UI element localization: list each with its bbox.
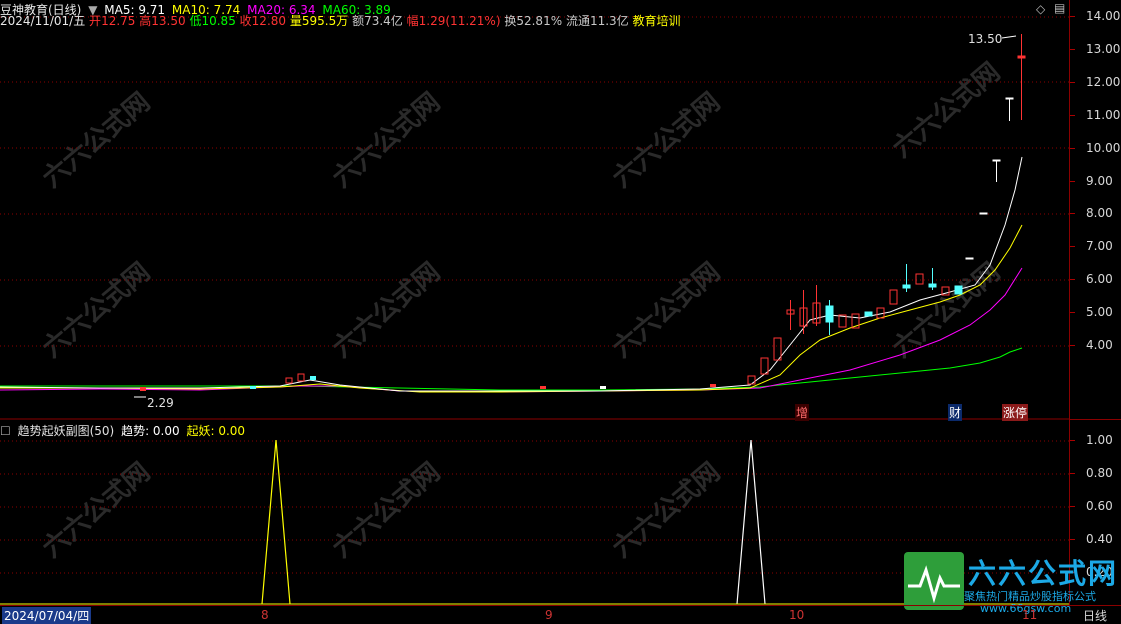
- low-label: 低: [189, 14, 202, 28]
- indicator-trend: 趋势: 0.00: [121, 424, 180, 438]
- event-tag-limit-up[interactable]: 涨停: [1002, 404, 1029, 421]
- date-tick: 9: [545, 608, 553, 622]
- menu-icon[interactable]: ▤: [1054, 1, 1065, 15]
- price-grid: [0, 16, 1069, 574]
- price-tick: 4.00: [1070, 338, 1113, 352]
- event-tag-zeng[interactable]: 增: [795, 404, 810, 421]
- quote-detail-bar: 2024/11/01/五 开12.75 高13.50 低10.85 收12.80…: [0, 13, 681, 29]
- candle: [773, 337, 782, 361]
- event-tag-cai[interactable]: 财: [948, 404, 963, 421]
- date-cursor-label: 2024/07/04/四: [2, 607, 92, 624]
- price-tick: 14.00: [1069, 9, 1121, 23]
- open-label: 开: [89, 14, 102, 28]
- low-value: 10.85: [201, 14, 236, 28]
- quote-date: 2024/11/01/五: [0, 14, 86, 28]
- price-tick: 8.00: [1070, 206, 1113, 220]
- price-tick: 7.00: [1070, 239, 1113, 253]
- diamond-icon[interactable]: ◇: [1036, 2, 1045, 16]
- high-mark-arrow: [1001, 35, 1017, 39]
- indicator-tick: 0.60: [1070, 499, 1113, 513]
- indicator-tick: 0.40: [1070, 532, 1113, 546]
- period-selector[interactable]: 日线: [1083, 607, 1107, 624]
- kline-chart[interactable]: [0, 0, 1069, 605]
- price-axis: 14.00 13.00 12.00 11.00 10.00 9.00 8.00 …: [1069, 0, 1121, 605]
- price-tick: 11.00: [1069, 108, 1121, 122]
- indicator-tick: 0.80: [1070, 466, 1113, 480]
- indicator-name[interactable]: 趋势起妖副图(50): [18, 424, 115, 438]
- indicator-header: ☐ 趋势起妖副图(50) 趋势: 0.00 起妖: 0.00: [0, 423, 248, 439]
- high-label: 高: [139, 14, 152, 28]
- candles-limit-up: [965, 97, 1014, 260]
- price-tick: 12.00: [1069, 75, 1121, 89]
- volume-label: 量: [289, 14, 302, 28]
- close-label: 收: [239, 14, 252, 28]
- date-tick: 11: [1022, 608, 1038, 622]
- volume-value: 595.5万: [301, 14, 349, 28]
- float-label: 流通: [565, 14, 590, 28]
- price-tick: 10.00: [1069, 141, 1121, 155]
- amount-value: 73.4亿: [364, 14, 403, 28]
- candle: [864, 311, 873, 317]
- candle: [710, 384, 716, 387]
- candle: [250, 386, 256, 389]
- candle: [140, 387, 146, 391]
- candle-last: [1017, 34, 1026, 120]
- brand-logo-icon: [904, 552, 964, 610]
- high-value: 13.50: [151, 14, 186, 28]
- candle: [915, 273, 924, 285]
- ma5-line: [0, 156, 1023, 392]
- price-tick: 9.00: [1070, 174, 1113, 188]
- axis-divider: [1070, 419, 1121, 420]
- indicator-yao: 起妖: 0.00: [186, 424, 246, 438]
- date-tick: 8: [261, 608, 269, 622]
- candle: [310, 376, 316, 380]
- candle: [600, 386, 606, 389]
- float-value: 11.3亿: [589, 14, 629, 28]
- indicator-spike: [261, 439, 291, 605]
- ma60-line: [0, 347, 1023, 391]
- ma10-line: [0, 224, 1023, 393]
- candle: [954, 285, 963, 295]
- open-value: 12.75: [101, 14, 136, 28]
- candle: [965, 257, 974, 260]
- high-mark-label: 13.50: [968, 32, 1003, 46]
- price-tick: 5.00: [1070, 305, 1113, 319]
- candle: [540, 386, 546, 389]
- indicator-tick: 1.00: [1070, 433, 1113, 447]
- turnover-value: 52.81%: [516, 14, 563, 28]
- date-tick: 10: [789, 608, 805, 622]
- candle: [285, 377, 293, 384]
- turnover-label: 换: [504, 14, 517, 28]
- candle: [889, 289, 898, 305]
- indicator-toggle-icon[interactable]: ☐: [0, 424, 11, 438]
- candle: [297, 373, 305, 382]
- indicator-spike: [736, 439, 766, 605]
- brand-logo-text: 六六公式网: [968, 557, 1119, 590]
- candle: [747, 375, 756, 385]
- candle: [992, 159, 1001, 162]
- change-label: 幅: [406, 14, 419, 28]
- ma20-line: [0, 267, 1023, 393]
- candle: [1005, 97, 1014, 100]
- sector-label[interactable]: 教育培训: [633, 14, 681, 28]
- amount-label: 额: [352, 14, 365, 28]
- close-value: 12.80: [251, 14, 287, 28]
- price-tick: 6.00: [1070, 272, 1113, 286]
- candle: [979, 212, 988, 215]
- low-mark-label: 2.29: [147, 396, 174, 410]
- date-axis: 2024/07/04/四 8 9 10 11 日线: [0, 605, 1121, 624]
- change-value: 1.29(11.21%): [418, 14, 501, 28]
- candle: [760, 357, 769, 375]
- price-tick: 13.00: [1069, 42, 1121, 56]
